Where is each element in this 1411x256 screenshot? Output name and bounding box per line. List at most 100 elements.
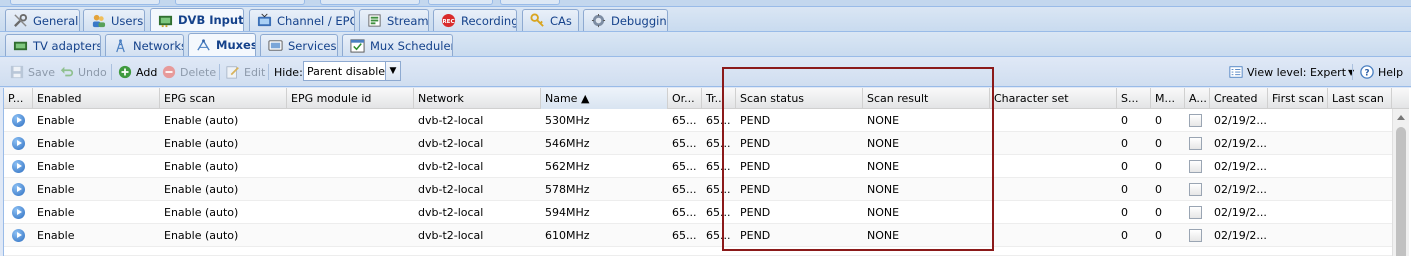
upper-tab-stub[interactable] [320, 0, 420, 5]
tab-cas[interactable]: CAs [522, 9, 579, 31]
column-header-orig-network[interactable]: Or... [668, 88, 702, 109]
enabled-cell[interactable]: Enable [33, 109, 160, 131]
play-button[interactable] [8, 109, 33, 131]
hide-filter-dropdown-button[interactable]: ▼ [385, 61, 401, 81]
epg-module-cell[interactable] [287, 132, 414, 154]
scan-status-cell[interactable]: PEND [736, 109, 863, 131]
charset-cell[interactable] [990, 201, 1117, 223]
accept-checkbox-cell[interactable] [1185, 224, 1210, 246]
accept-checkbox-cell[interactable] [1185, 178, 1210, 200]
upper-tab-stub[interactable] [175, 0, 305, 5]
column-header-play[interactable]: P... [4, 88, 33, 109]
network-cell[interactable]: dvb-t2-local [414, 109, 541, 131]
upper-tab-stub[interactable] [428, 0, 493, 5]
table-row[interactable]: Enable Enable (auto) dvb-t2-local 594MHz… [4, 201, 1392, 224]
epg-module-cell[interactable] [287, 201, 414, 223]
charset-cell[interactable] [990, 109, 1117, 131]
scrollbar-thumb[interactable] [1396, 127, 1406, 256]
orig-network-cell[interactable]: 65... [668, 178, 702, 200]
transport-cell[interactable]: 65... [702, 132, 736, 154]
add-button[interactable]: Add [118, 63, 157, 81]
column-header-last-scan[interactable]: Last scan [1328, 88, 1392, 109]
column-header-epg-module-id[interactable]: EPG module id [287, 88, 414, 109]
checkbox[interactable] [1189, 205, 1202, 219]
network-cell[interactable]: dvb-t2-local [414, 224, 541, 246]
scan-result-cell[interactable]: NONE [863, 224, 990, 246]
enabled-cell[interactable]: Enable [33, 201, 160, 223]
play-button[interactable] [8, 178, 33, 200]
name-cell[interactable]: 578MHz [541, 178, 668, 200]
epg-scan-cell[interactable]: Enable (auto) [160, 132, 287, 154]
upper-tab-stub[interactable] [500, 0, 560, 5]
view-level-button[interactable]: View level: Expert ▼ [1229, 63, 1354, 81]
scan-result-cell[interactable]: NONE [863, 178, 990, 200]
checkbox[interactable] [1189, 136, 1202, 150]
orig-network-cell[interactable]: 65... [668, 201, 702, 223]
column-header-services[interactable]: S... [1117, 88, 1151, 109]
checkbox[interactable] [1189, 228, 1202, 242]
epg-scan-cell[interactable]: Enable (auto) [160, 109, 287, 131]
delete-button[interactable]: Delete [162, 63, 216, 81]
play-button[interactable] [8, 201, 33, 223]
column-header-network[interactable]: Network [414, 88, 541, 109]
column-header-scan-status[interactable]: Scan status [736, 88, 863, 109]
scan-result-cell[interactable]: NONE [863, 132, 990, 154]
column-header-character-set[interactable]: Character set [990, 88, 1117, 109]
scan-result-cell[interactable]: NONE [863, 155, 990, 177]
checkbox[interactable] [1189, 182, 1202, 196]
tab-dvb-inputs[interactable]: DVB Inputs [150, 8, 244, 31]
hide-filter-select[interactable]: Parent disablec [303, 61, 386, 81]
play-button[interactable] [8, 224, 33, 246]
column-header-first-scan[interactable]: First scan [1268, 88, 1328, 109]
scan-status-cell[interactable]: PEND [736, 155, 863, 177]
transport-cell[interactable]: 65... [702, 155, 736, 177]
tab-debugging[interactable]: Debugging [583, 9, 668, 31]
column-header-accept[interactable]: A... [1185, 88, 1210, 109]
scan-status-cell[interactable]: PEND [736, 178, 863, 200]
column-header-name[interactable]: Name ▲ [541, 88, 668, 109]
orig-network-cell[interactable]: 65... [668, 109, 702, 131]
edit-button[interactable]: Edit [226, 63, 265, 81]
charset-cell[interactable] [990, 132, 1117, 154]
name-cell[interactable]: 562MHz [541, 155, 668, 177]
accept-checkbox-cell[interactable] [1185, 201, 1210, 223]
enabled-cell[interactable]: Enable [33, 224, 160, 246]
transport-cell[interactable]: 65... [702, 201, 736, 223]
tab-networks[interactable]: Networks [105, 34, 184, 56]
charset-cell[interactable] [990, 178, 1117, 200]
tab-stream[interactable]: Stream [359, 9, 429, 31]
table-row[interactable]: Enable Enable (auto) dvb-t2-local 546MHz… [4, 132, 1392, 155]
undo-button[interactable]: Undo [60, 63, 107, 81]
tab-muxes[interactable]: Muxes [188, 33, 256, 56]
transport-cell[interactable]: 65... [702, 224, 736, 246]
help-button[interactable]: ? Help [1360, 63, 1403, 81]
accept-checkbox-cell[interactable] [1185, 109, 1210, 131]
enabled-cell[interactable]: Enable [33, 155, 160, 177]
tab-tv-adapters[interactable]: TV adapters [5, 34, 101, 56]
upper-tab-stub[interactable] [10, 0, 160, 5]
epg-module-cell[interactable] [287, 178, 414, 200]
scan-status-cell[interactable]: PEND [736, 224, 863, 246]
scan-result-cell[interactable]: NONE [863, 109, 990, 131]
tab-general[interactable]: General [5, 9, 80, 31]
transport-cell[interactable]: 65... [702, 109, 736, 131]
tab-mux-schedulers[interactable]: Mux Schedulers [342, 34, 453, 56]
charset-cell[interactable] [990, 155, 1117, 177]
scan-status-cell[interactable]: PEND [736, 201, 863, 223]
epg-module-cell[interactable] [287, 155, 414, 177]
enabled-cell[interactable]: Enable [33, 132, 160, 154]
orig-network-cell[interactable]: 65... [668, 155, 702, 177]
column-header-scan-result[interactable]: Scan result [863, 88, 990, 109]
tab-services[interactable]: Services [260, 34, 338, 56]
table-row[interactable]: Enable Enable (auto) dvb-t2-local 578MHz… [4, 178, 1392, 201]
charset-cell[interactable] [990, 224, 1117, 246]
grid-scrollbar[interactable] [1392, 109, 1409, 256]
transport-cell[interactable]: 65... [702, 178, 736, 200]
epg-module-cell[interactable] [287, 224, 414, 246]
tab-channel-epg[interactable]: Channel / EPG [249, 9, 355, 31]
table-row[interactable]: Enable Enable (auto) dvb-t2-local 530MHz… [4, 109, 1392, 132]
network-cell[interactable]: dvb-t2-local [414, 178, 541, 200]
save-button[interactable]: Save [10, 63, 55, 81]
table-row[interactable]: Enable Enable (auto) dvb-t2-local 610MHz… [4, 224, 1392, 247]
accept-checkbox-cell[interactable] [1185, 132, 1210, 154]
